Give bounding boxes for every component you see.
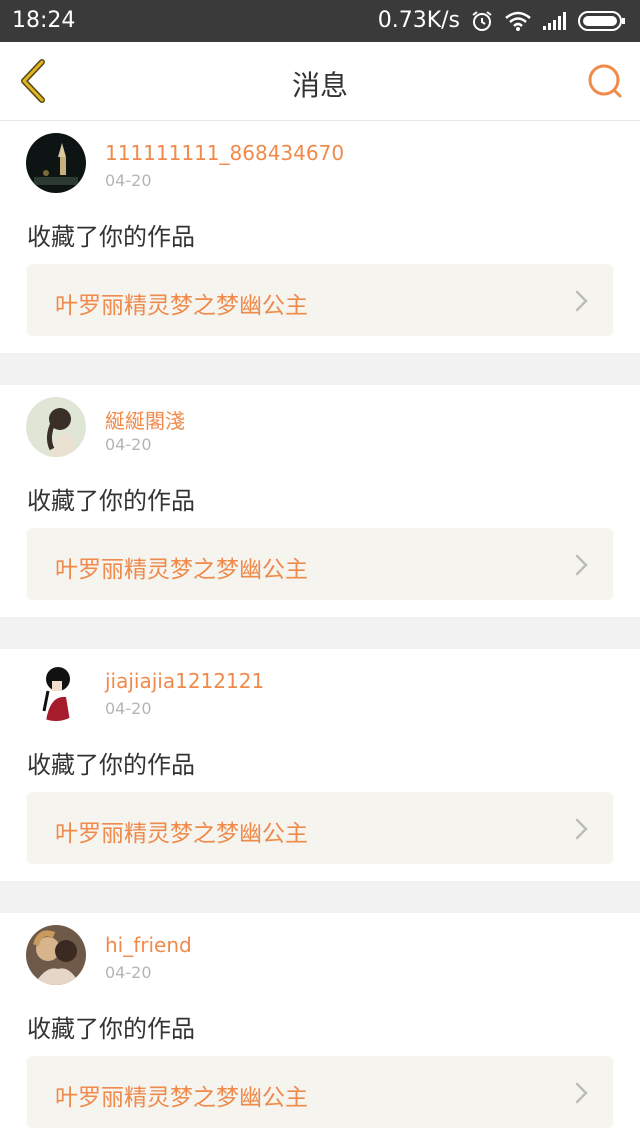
avatar[interactable] xyxy=(26,397,86,457)
search-icon xyxy=(588,64,622,98)
nav-bar: 消息 xyxy=(0,42,640,121)
avatar[interactable] xyxy=(26,661,86,721)
work-title: 叶罗丽精灵梦之梦幽公主 xyxy=(55,293,308,319)
username[interactable]: 綖綖閣淺 xyxy=(105,405,185,434)
username[interactable]: hi_friend xyxy=(105,933,192,957)
chevron-right-icon xyxy=(575,818,588,840)
work-link[interactable]: 叶罗丽精灵梦之梦幽公主 xyxy=(27,792,613,864)
list-item: 111111111_868434670 04-20 收藏了你的作品 叶罗丽精灵梦… xyxy=(0,121,640,353)
list-item: hi_friend 04-20 收藏了你的作品 叶罗丽精灵梦之梦幽公主 xyxy=(0,913,640,1145)
username[interactable]: 111111111_868434670 xyxy=(105,141,344,165)
search-button[interactable] xyxy=(586,62,626,102)
chevron-right-icon xyxy=(575,290,588,312)
wifi-icon xyxy=(504,10,532,32)
work-title: 叶罗丽精灵梦之梦幽公主 xyxy=(55,1085,308,1111)
chevron-right-icon xyxy=(575,554,588,576)
battery-icon xyxy=(578,10,626,32)
status-indicators: 0.73K/s xyxy=(378,8,626,33)
chevron-right-icon xyxy=(575,1082,588,1104)
work-title: 叶罗丽精灵梦之梦幽公主 xyxy=(55,821,308,847)
action-text: 收藏了你的作品 xyxy=(27,751,195,779)
work-link[interactable]: 叶罗丽精灵梦之梦幽公主 xyxy=(27,1056,613,1128)
username[interactable]: jiajiajia1212121 xyxy=(105,669,264,693)
message-date: 04-20 xyxy=(105,963,152,982)
action-text: 收藏了你的作品 xyxy=(27,487,195,515)
action-text: 收藏了你的作品 xyxy=(27,1015,195,1043)
divider xyxy=(0,881,640,913)
work-link[interactable]: 叶罗丽精灵梦之梦幽公主 xyxy=(27,264,613,336)
message-date: 04-20 xyxy=(105,699,152,718)
divider xyxy=(0,617,640,649)
alarm-icon xyxy=(470,9,494,33)
network-speed: 0.73K/s xyxy=(377,8,460,33)
work-link[interactable]: 叶罗丽精灵梦之梦幽公主 xyxy=(27,528,613,600)
message-date: 04-20 xyxy=(105,435,152,454)
status-bar: 18:24 0.73K/s xyxy=(0,0,640,42)
work-title: 叶罗丽精灵梦之梦幽公主 xyxy=(55,557,308,583)
avatar[interactable] xyxy=(26,133,86,193)
page-title: 消息 xyxy=(291,69,348,102)
status-time: 18:24 xyxy=(12,8,76,33)
list-item: jiajiajia1212121 04-20 收藏了你的作品 叶罗丽精灵梦之梦幽… xyxy=(0,649,640,881)
list-item: 綖綖閣淺 04-20 收藏了你的作品 叶罗丽精灵梦之梦幽公主 xyxy=(0,385,640,617)
divider xyxy=(0,353,640,385)
signal-icon xyxy=(542,11,568,31)
message-date: 04-20 xyxy=(105,171,152,190)
action-text: 收藏了你的作品 xyxy=(27,223,195,251)
message-list: 111111111_868434670 04-20 收藏了你的作品 叶罗丽精灵梦… xyxy=(0,121,640,1145)
avatar[interactable] xyxy=(26,925,86,985)
